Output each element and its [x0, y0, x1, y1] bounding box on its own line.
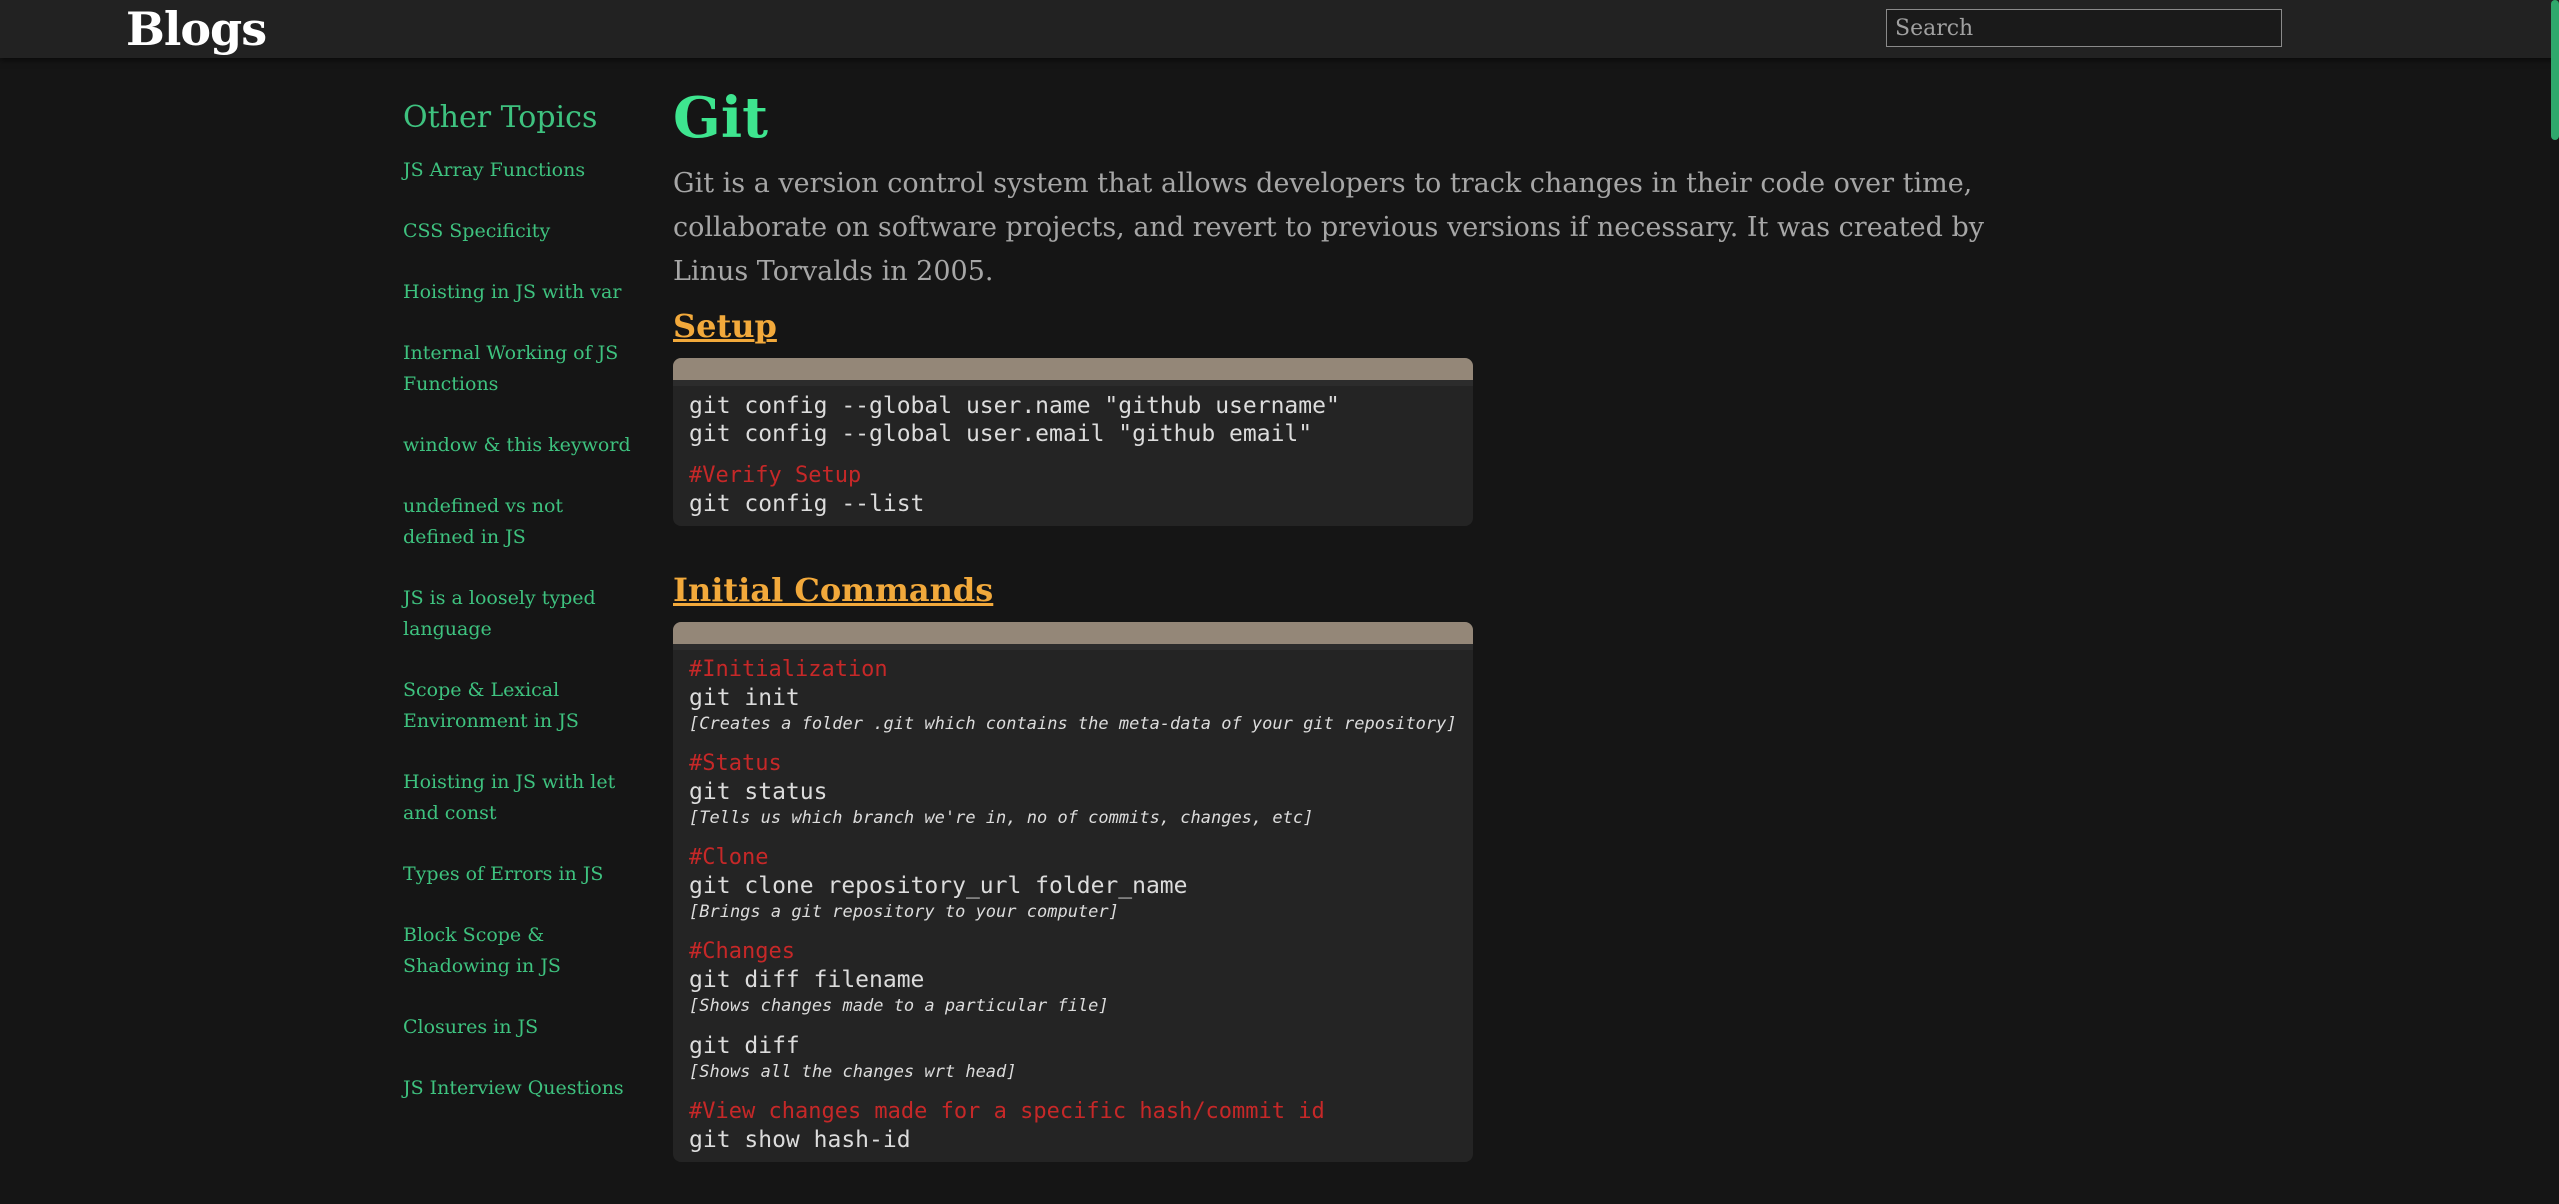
sidebar-heading: Other Topics — [403, 100, 598, 135]
code-command: git config --list — [689, 491, 925, 517]
sidebar-item-js-array-functions[interactable]: JS Array Functions — [403, 155, 633, 186]
code-command: git init — [689, 685, 800, 711]
code-command: git diff — [689, 1033, 800, 1059]
article-intro: Git is a version control system that all… — [673, 168, 1985, 287]
search-input[interactable] — [1886, 9, 2282, 47]
page-title: Git — [673, 85, 768, 151]
code-command: git clone repository_url folder_name — [689, 873, 1188, 899]
code-block-initial-commands: #Initialization git init [Creates a fold… — [673, 622, 1473, 1162]
code-comment: #Changes — [689, 939, 795, 964]
sidebar-item-hoisting-let-const[interactable]: Hoisting in JS with let and const — [403, 767, 633, 829]
code-entry: #View changes made for a specific hash/c… — [689, 1098, 1457, 1154]
code-comment: #Verify Setup — [689, 463, 862, 488]
code-note: [Tells us which branch we're in, no of c… — [689, 808, 1314, 828]
code-entry: #Verify Setup git config --list — [689, 462, 1457, 518]
sidebar-item-hoisting-var[interactable]: Hoisting in JS with var — [403, 277, 633, 308]
code-comment: #View changes made for a specific hash/c… — [689, 1099, 1325, 1124]
sidebar-item-undefined-vs-not-defined[interactable]: undefined vs not defined in JS — [403, 491, 633, 553]
section-title-setup[interactable]: Setup — [673, 304, 777, 348]
code-note: [Shows changes made to a particular file… — [689, 996, 1109, 1016]
code-command: git diff filename — [689, 967, 925, 993]
sidebar-item-window-this[interactable]: window & this keyword — [403, 430, 633, 461]
code-command: git config --global user.name "github us… — [689, 393, 1340, 419]
code-entry: #Initialization git init [Creates a fold… — [689, 656, 1457, 736]
section-title-initial-commands[interactable]: Initial Commands — [673, 568, 993, 612]
code-block-setup: git config --global user.name "github us… — [673, 358, 1473, 526]
sidebar-item-closures[interactable]: Closures in JS — [403, 1012, 633, 1043]
code-note: [Shows all the changes wrt head] — [689, 1062, 1017, 1082]
code-command: git config --global user.email "github e… — [689, 421, 1313, 447]
code-command: git status — [689, 779, 828, 805]
code-comment: #Initialization — [689, 657, 888, 682]
brand-logo[interactable]: Blogs — [126, 2, 267, 56]
code-command: git show hash-id — [689, 1127, 911, 1153]
sidebar-item-internal-working-functions[interactable]: Internal Working of JS Functions — [403, 338, 633, 400]
code-entry: git diff [Shows all the changes wrt head… — [689, 1032, 1457, 1084]
top-navbar: Blogs — [0, 0, 2559, 58]
scrollbar-thumb[interactable] — [2551, 0, 2559, 140]
sidebar-item-interview-questions[interactable]: JS Interview Questions — [403, 1073, 633, 1104]
code-block-body: #Initialization git init [Creates a fold… — [673, 650, 1473, 1162]
code-entry: #Status git status [Tells us which branc… — [689, 750, 1457, 830]
sidebar: Other Topics JS Array Functions CSS Spec… — [403, 100, 633, 1134]
code-entry: #Changes git diff filename [Shows change… — [689, 938, 1457, 1018]
sidebar-item-scope-lexical[interactable]: Scope & Lexical Environment in JS — [403, 675, 633, 737]
code-comment: #Clone — [689, 845, 769, 870]
code-note: [Creates a folder .git which contains th… — [689, 714, 1457, 734]
code-block-body: git config --global user.name "github us… — [673, 386, 1473, 526]
sidebar-item-block-scope[interactable]: Block Scope & Shadowing in JS — [403, 920, 633, 982]
sidebar-list: JS Array Functions CSS Specificity Hoist… — [403, 155, 633, 1104]
code-block-header — [673, 622, 1473, 650]
sidebar-item-loosely-typed[interactable]: JS is a loosely typed language — [403, 583, 633, 645]
code-comment: #Status — [689, 751, 782, 776]
sidebar-item-css-specificity[interactable]: CSS Specificity — [403, 216, 633, 247]
code-note: [Brings a git repository to your compute… — [689, 902, 1119, 922]
code-entry: #Clone git clone repository_url folder_n… — [689, 844, 1457, 924]
code-block-header — [673, 358, 1473, 386]
code-entry: git config --global user.name "github us… — [689, 392, 1457, 448]
article: Git Git is a version control system that… — [673, 78, 2033, 1204]
sidebar-item-types-of-errors[interactable]: Types of Errors in JS — [403, 859, 633, 890]
